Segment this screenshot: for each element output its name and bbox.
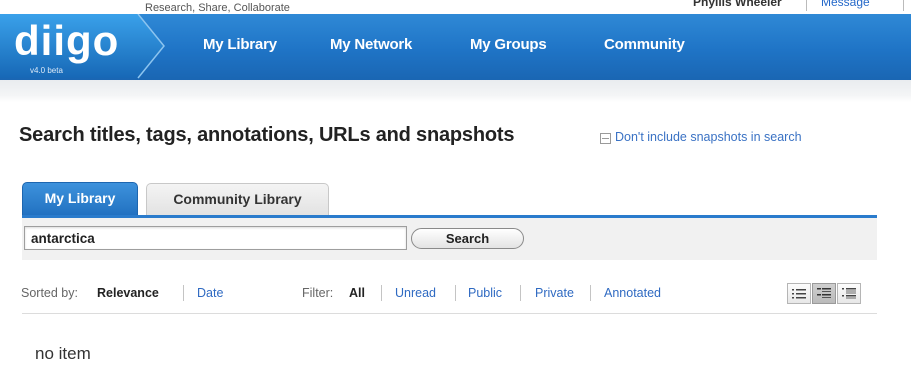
detailed-list-icon	[842, 288, 856, 299]
divider	[903, 0, 904, 11]
page-title: Search titles, tags, annotations, URLs a…	[19, 124, 515, 146]
message-link[interactable]: Message	[821, 0, 870, 9]
top-strip: Research, Share, Collaborate Phyllis Whe…	[0, 0, 911, 14]
sort-label: Sorted by:	[21, 286, 78, 300]
divider	[381, 285, 382, 301]
tagline: Research, Share, Collaborate	[145, 2, 290, 14]
sub-nav-band	[0, 80, 911, 102]
sort-date[interactable]: Date	[197, 286, 223, 300]
search-button[interactable]: Search	[411, 228, 524, 249]
view-medium-button[interactable]	[812, 283, 836, 304]
medium-list-icon	[817, 288, 831, 298]
main-nav-bar: diigo v4.0 beta My Library My Network My…	[0, 14, 911, 80]
divider	[520, 285, 521, 301]
divider	[806, 0, 807, 11]
view-mode-toggle	[787, 283, 877, 304]
compact-list-icon	[792, 289, 806, 299]
username-link[interactable]: Phyllis Wheeler	[693, 0, 782, 9]
filter-private[interactable]: Private	[535, 286, 574, 300]
divider	[22, 313, 877, 314]
tab-my-library[interactable]: My Library	[22, 182, 138, 216]
nav-my-network[interactable]: My Network	[330, 36, 412, 53]
diigo-logo[interactable]: diigo v4.0 beta	[0, 14, 170, 80]
logo-wordmark: diigo	[14, 17, 120, 64]
exclude-snapshots-checkbox[interactable]	[600, 133, 611, 144]
sort-relevance[interactable]: Relevance	[97, 286, 159, 300]
filter-label: Filter:	[302, 286, 334, 300]
nav-community[interactable]: Community	[604, 36, 685, 53]
divider	[590, 285, 591, 301]
tab-community-library[interactable]: Community Library	[146, 183, 329, 216]
filter-annotated[interactable]: Annotated	[604, 286, 661, 300]
filter-all[interactable]: All	[349, 286, 365, 300]
empty-results-text: no item	[35, 344, 91, 363]
exclude-snapshots-label[interactable]: Don't include snapshots in search	[615, 130, 802, 144]
nav-my-library[interactable]: My Library	[203, 36, 277, 53]
view-detailed-button[interactable]	[837, 283, 861, 304]
search-input[interactable]	[24, 226, 407, 250]
filter-public[interactable]: Public	[468, 286, 502, 300]
divider	[455, 285, 456, 301]
nav-my-groups[interactable]: My Groups	[470, 36, 547, 53]
view-compact-button[interactable]	[787, 283, 811, 304]
divider	[183, 285, 184, 301]
logo-version: v4.0 beta	[30, 66, 63, 75]
filter-unread[interactable]: Unread	[395, 286, 436, 300]
